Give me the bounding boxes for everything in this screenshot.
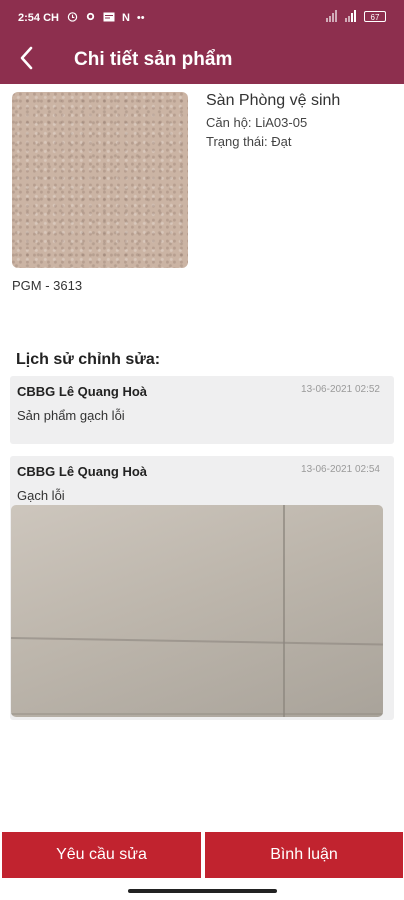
home-indicator[interactable] xyxy=(128,889,277,893)
n-icon: N xyxy=(121,12,130,24)
app-header: Chi tiết sản phẩm xyxy=(0,36,404,84)
history-date: 13-06-2021 02:52 xyxy=(301,384,380,395)
status-bar: 2:54 CH N •• 67 xyxy=(0,0,404,36)
comment-button[interactable]: Bình luận xyxy=(205,832,403,878)
back-arrow-icon xyxy=(19,46,33,75)
message-icon xyxy=(103,12,115,25)
history-message: Sản phẩm gạch lỗi xyxy=(17,408,125,423)
back-button[interactable] xyxy=(2,36,50,84)
attachment-image[interactable] xyxy=(11,505,383,717)
more-icon: •• xyxy=(136,12,145,24)
product-code: PGM - 3613 xyxy=(12,278,83,293)
product-name: Sàn Phòng vệ sinh xyxy=(206,92,341,109)
history-date: 13-06-2021 02:54 xyxy=(301,464,380,475)
product-status: Trạng thái: Đạt xyxy=(206,134,292,149)
settings-icon xyxy=(85,11,96,25)
battery-icon: 67 xyxy=(364,10,386,22)
page-title: Chi tiết sản phẩm xyxy=(74,49,233,70)
history-message: Gạch lỗi xyxy=(17,488,65,503)
product-apartment: Căn hộ: LiA03-05 xyxy=(206,115,308,130)
history-entry: CBBG Lê Quang Hoà 13-06-2021 02:54 Gạch … xyxy=(10,456,394,720)
signal-icon-2 xyxy=(345,10,356,22)
history-author: CBBG Lê Quang Hoà xyxy=(17,384,148,399)
history-author: CBBG Lê Quang Hoà xyxy=(17,464,148,479)
history-entry: CBBG Lê Quang Hoà 13-06-2021 02:52 Sản p… xyxy=(10,376,394,444)
signal-icon xyxy=(326,10,337,22)
history-title: Lịch sử chỉnh sửa: xyxy=(16,351,161,368)
status-time: 2:54 CH xyxy=(18,12,59,24)
product-image[interactable] xyxy=(12,92,188,268)
request-fix-button[interactable]: Yêu cầu sửa xyxy=(2,832,201,878)
alarm-icon xyxy=(67,11,78,25)
